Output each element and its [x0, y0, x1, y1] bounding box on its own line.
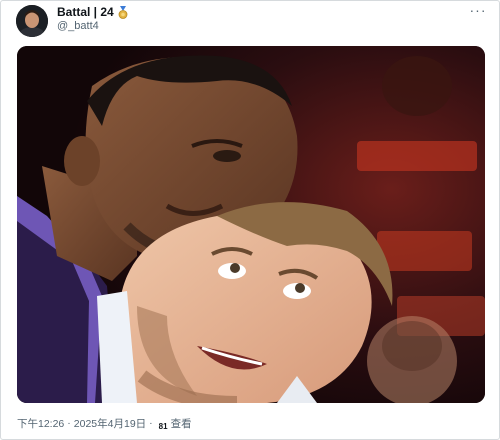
- medal-icon: [117, 5, 129, 19]
- author-name-row: Battal | 24: [57, 5, 129, 19]
- tweet-card: Battal | 24 @_batt4 ··· 下午12:26 · 2025年4…: [0, 0, 500, 440]
- author-avatar[interactable]: [16, 5, 48, 37]
- more-options-button[interactable]: ···: [467, 2, 489, 22]
- tweet-time[interactable]: 下午12:26: [17, 416, 64, 431]
- tweet-date[interactable]: 2025年4月19日: [74, 416, 146, 431]
- author-handle[interactable]: @_batt4: [57, 20, 99, 32]
- more-horizontal-icon: ···: [469, 2, 487, 18]
- separator-dot: ·: [149, 417, 153, 429]
- tweet-media-photo[interactable]: [17, 46, 485, 403]
- author-display-name[interactable]: Battal | 24: [57, 5, 114, 19]
- views-count: 81: [158, 422, 168, 431]
- views-label: 查看: [170, 417, 192, 430]
- photo-image: [17, 46, 485, 403]
- separator-dot: ·: [67, 417, 71, 429]
- tweet-metadata: 下午12:26 · 2025年4月19日 · 81 查看: [17, 413, 192, 433]
- avatar-image: [16, 5, 48, 37]
